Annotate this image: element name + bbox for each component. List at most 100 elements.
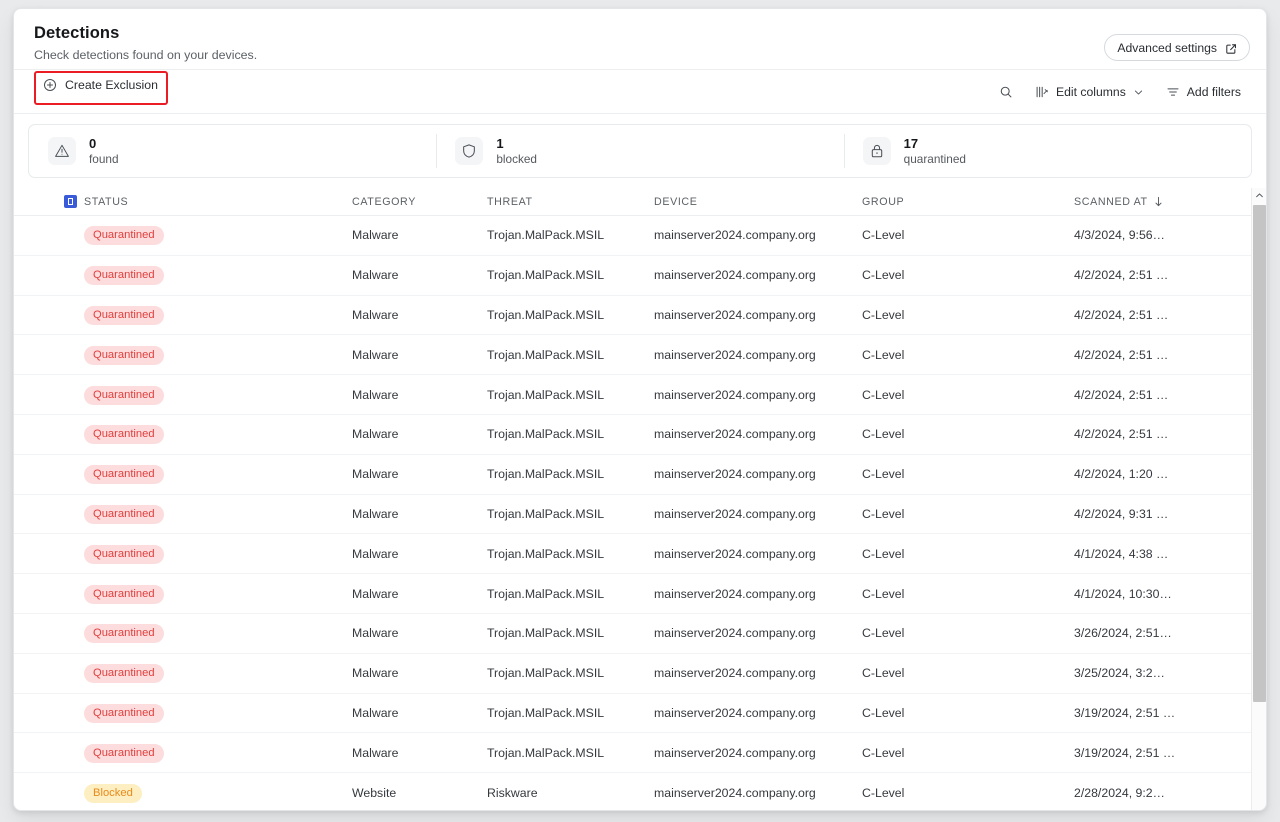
edit-columns-button[interactable]: Edit columns: [1024, 79, 1155, 105]
row-status-cell: Quarantined: [84, 305, 352, 325]
column-header-threat[interactable]: THREAT: [487, 196, 654, 208]
page-title: Detections: [34, 24, 120, 42]
row-device-cell: mainserver2024.company.org: [654, 387, 816, 402]
row-group-cell: C-Level: [862, 745, 905, 760]
row-category-cell: Website: [352, 785, 397, 800]
row-group-cell: C-Level: [862, 626, 905, 641]
row-threat-cell: Trojan.MalPack.MSIL: [487, 427, 605, 442]
row-device-cell: mainserver2024.company.org: [654, 506, 816, 521]
table-row[interactable]: Quarantined Malware Trojan.MalPack.MSIL mai…: [14, 694, 1266, 734]
row-threat-cell: Trojan.MalPack.MSIL: [487, 586, 605, 601]
row-category-cell: Malware: [352, 745, 399, 760]
row-status-cell: Quarantined: [84, 424, 352, 445]
table-row[interactable]: Quarantined Malware Trojan.MalPack.MSIL mai…: [14, 574, 1266, 614]
table-row[interactable]: Quarantined Malware Trojan.MalPack.MSIL mai…: [14, 733, 1266, 774]
advanced-settings-button[interactable]: Advanced settings: [1104, 34, 1250, 61]
row-status-cell: Quarantined: [84, 703, 352, 723]
column-header-category[interactable]: CATEGORY: [352, 196, 487, 208]
scrollbar-up-arrow[interactable]: [1252, 188, 1266, 203]
table-scrollbar[interactable]: [1251, 188, 1266, 810]
row-threat-cell: Trojan.MalPack.MSIL: [487, 387, 605, 402]
filter-icon: [1166, 85, 1180, 99]
lock-icon: [862, 137, 891, 165]
create-exclusion-button[interactable]: Create Exclusion: [43, 78, 158, 92]
row-scanned-at-cell: 3/26/2024, 2:51…: [1074, 626, 1172, 641]
column-header-status[interactable]: STATUS: [84, 196, 352, 208]
row-category-cell: Malware: [352, 586, 399, 601]
row-category-cell: Malware: [352, 705, 399, 720]
row-status-cell: Quarantined: [84, 544, 352, 564]
row-threat-cell: Trojan.MalPack.MSIL: [487, 307, 605, 322]
search-icon: [999, 85, 1013, 99]
column-header-device[interactable]: DEVICE: [654, 196, 862, 208]
row-category-cell: Malware: [352, 387, 399, 402]
row-scanned-at-cell: 4/1/2024, 10:30…: [1074, 586, 1172, 601]
row-group-cell: C-Level: [862, 427, 905, 442]
table-row[interactable]: Quarantined Malware Trojan.MalPack.MSIL mai…: [14, 614, 1266, 654]
row-status-cell: Quarantined: [84, 584, 352, 604]
table-toolbar: Create Exclusion Edit columns Add filter…: [14, 70, 1266, 114]
select-all-checkbox[interactable]: [64, 195, 77, 208]
row-scanned-at-cell: 4/2/2024, 2:51 …: [1074, 387, 1169, 402]
row-threat-cell: Riskware: [487, 785, 538, 800]
row-threat-cell: Trojan.MalPack.MSIL: [487, 228, 605, 243]
table-row[interactable]: Quarantined Malware Trojan.MalPack.MSIL mai…: [14, 296, 1266, 336]
row-scanned-at-cell: 3/19/2024, 2:51 …: [1074, 745, 1176, 760]
row-category-cell: Malware: [352, 427, 399, 442]
select-all-cell: [14, 195, 84, 208]
row-threat-cell: Trojan.MalPack.MSIL: [487, 546, 605, 561]
table-row[interactable]: Quarantined Malware Trojan.MalPack.MSIL mai…: [14, 534, 1266, 575]
row-group-cell: C-Level: [862, 705, 905, 720]
row-group-cell: C-Level: [862, 268, 905, 283]
toolbar-actions: Edit columns Add filters: [988, 70, 1252, 114]
table-row[interactable]: Quarantined Malware Trojan.MalPack.MSIL mai…: [14, 654, 1266, 694]
row-group-cell: C-Level: [862, 347, 905, 362]
row-status-cell: Quarantined: [84, 345, 352, 365]
row-group-cell: C-Level: [862, 467, 905, 482]
row-scanned-at-cell: 3/19/2024, 2:51 …: [1074, 705, 1176, 720]
status-badge: Quarantined: [84, 266, 164, 286]
detection-summary-cards: 0 found 1 blocked 17 quarantined: [28, 124, 1252, 178]
table-row[interactable]: Blocked Website Riskware mainserver2024.com…: [14, 773, 1266, 810]
table-row[interactable]: Quarantined Malware Trojan.MalPack.MSIL mai…: [14, 375, 1266, 415]
create-exclusion-highlight: Create Exclusion: [34, 71, 168, 105]
row-category-cell: Malware: [352, 347, 399, 362]
search-button[interactable]: [988, 79, 1024, 105]
row-group-cell: C-Level: [862, 307, 905, 322]
row-device-cell: mainserver2024.company.org: [654, 467, 816, 482]
table-header-row: STATUS CATEGORY THREAT DEVICE GROUP SCAN…: [14, 188, 1266, 216]
row-status-cell: Quarantined: [84, 623, 352, 644]
detections-table: STATUS CATEGORY THREAT DEVICE GROUP SCAN…: [14, 188, 1266, 810]
column-header-group[interactable]: GROUP: [862, 196, 1074, 208]
status-badge: Quarantined: [84, 664, 164, 684]
row-group-cell: C-Level: [862, 666, 905, 681]
external-link-icon: [1225, 43, 1237, 55]
row-device-cell: mainserver2024.company.org: [654, 626, 816, 641]
table-row[interactable]: Quarantined Malware Trojan.MalPack.MSIL mai…: [14, 256, 1266, 296]
stat-label: found: [89, 151, 119, 166]
status-badge: Quarantined: [84, 385, 164, 405]
row-group-cell: C-Level: [862, 387, 905, 402]
status-badge: Quarantined: [84, 425, 164, 445]
table-row[interactable]: Quarantined Malware Trojan.MalPack.MSIL mai…: [14, 455, 1266, 495]
chevron-down-icon: [1133, 87, 1144, 98]
row-threat-cell: Trojan.MalPack.MSIL: [487, 467, 605, 482]
scrollbar-down-arrow[interactable]: [1252, 805, 1266, 810]
row-threat-cell: Trojan.MalPack.MSIL: [487, 666, 605, 681]
table-row[interactable]: Quarantined Malware Trojan.MalPack.MSIL mai…: [14, 415, 1266, 455]
column-header-scanned-at[interactable]: SCANNED AT: [1074, 196, 1266, 208]
row-device-cell: mainserver2024.company.org: [654, 785, 816, 800]
table-row[interactable]: Quarantined Malware Trojan.MalPack.MSIL mai…: [14, 335, 1266, 376]
row-threat-cell: Trojan.MalPack.MSIL: [487, 626, 605, 641]
scrollbar-thumb[interactable]: [1253, 205, 1266, 702]
table-row[interactable]: Quarantined Malware Trojan.MalPack.MSIL mai…: [14, 495, 1266, 535]
row-category-cell: Malware: [352, 506, 399, 521]
row-group-cell: C-Level: [862, 546, 905, 561]
add-filters-button[interactable]: Add filters: [1155, 79, 1252, 105]
row-category-cell: Malware: [352, 626, 399, 641]
row-group-cell: C-Level: [862, 228, 905, 243]
table-row[interactable]: Quarantined Malware Trojan.MalPack.MSIL mai…: [14, 216, 1266, 256]
row-category-cell: Malware: [352, 228, 399, 243]
row-scanned-at-cell: 4/2/2024, 2:51 …: [1074, 347, 1169, 362]
row-threat-cell: Trojan.MalPack.MSIL: [487, 506, 605, 521]
